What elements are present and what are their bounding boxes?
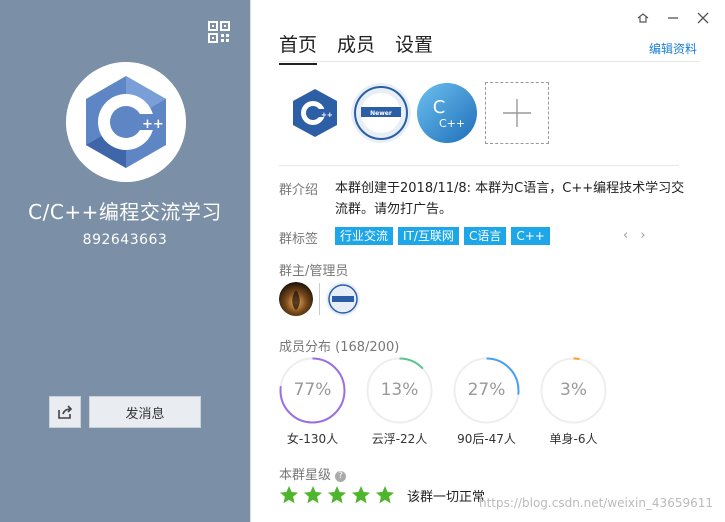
group-name: C/C++编程交流学习 xyxy=(28,200,222,224)
member-distribution: 77% 女-130人 13% 云浮-22人 27% 90后-47人 3% 单身-… xyxy=(279,357,607,447)
stars xyxy=(279,485,395,505)
tag-list: 行业交流 IT/互联网 C语言 C++ xyxy=(335,227,550,245)
tag-item[interactable]: C语言 xyxy=(463,227,507,245)
plus-icon xyxy=(503,99,531,127)
cpp-logo-photo[interactable]: ++ xyxy=(285,83,345,143)
qr-code-icon[interactable] xyxy=(208,21,230,43)
distribution-item[interactable]: 27% 90后-47人 xyxy=(453,357,520,447)
share-icon xyxy=(58,405,73,419)
share-button[interactable] xyxy=(49,396,81,428)
group-info-panel: 首页 成员 设置 编辑资料 ++ Newer C C++ 群介绍 本群创建于20… xyxy=(250,0,725,522)
edit-profile-link[interactable]: 编辑资料 xyxy=(649,40,697,57)
group-avatar[interactable]: ++ xyxy=(66,62,186,182)
close-icon[interactable] xyxy=(695,10,711,26)
star-icon xyxy=(352,486,370,504)
distribution-ring: 13% xyxy=(366,357,433,424)
add-photo-button[interactable] xyxy=(485,82,549,144)
admin-avatar[interactable] xyxy=(326,282,360,316)
admin-list xyxy=(279,282,360,316)
window-controls xyxy=(635,10,711,26)
help-icon[interactable]: ? xyxy=(335,471,347,482)
distribution-caption: 云浮-22人 xyxy=(371,432,428,446)
svg-text:++: ++ xyxy=(321,111,333,119)
chevron-left-icon[interactable]: ‹ xyxy=(623,228,628,243)
distribution-item[interactable]: 77% 女-130人 xyxy=(279,357,346,447)
distribution-item[interactable]: 3% 单身-6人 xyxy=(540,357,607,447)
star-rating: 该群一切正常 xyxy=(279,485,485,505)
svg-text:C: C xyxy=(433,97,446,118)
newer-logo-photo[interactable]: Newer xyxy=(351,83,411,143)
tag-item[interactable]: IT/互联网 xyxy=(398,227,459,245)
star-icon xyxy=(304,486,322,504)
distribution-item[interactable]: 13% 云浮-22人 xyxy=(366,357,433,447)
tag-item[interactable]: C++ xyxy=(511,227,550,245)
distribution-caption: 单身-6人 xyxy=(549,432,598,446)
tab-divider xyxy=(279,61,699,62)
minimize-icon[interactable] xyxy=(665,10,681,26)
owner-avatar[interactable] xyxy=(279,282,313,316)
admins-label: 群主/管理员 xyxy=(279,264,349,279)
group-photos: ++ Newer C C++ xyxy=(285,82,549,144)
chevron-right-icon[interactable]: › xyxy=(640,228,645,243)
send-message-button[interactable]: 发消息 xyxy=(89,396,201,428)
rating-status: 该群一切正常 xyxy=(407,489,486,505)
distribution-ring: 3% xyxy=(540,357,607,424)
tab-home[interactable]: 首页 xyxy=(279,30,318,65)
c-cpp-logo-photo[interactable]: C C++ xyxy=(417,83,477,143)
distribution-percent: 3% xyxy=(560,380,587,400)
tag-pager: ‹ › xyxy=(623,228,645,243)
distribution-ring: 27% xyxy=(453,357,520,424)
tab-members[interactable]: 成员 xyxy=(337,30,375,65)
group-id: 892643663 xyxy=(82,232,168,248)
rating-label: 本群星级? xyxy=(279,464,347,483)
svg-text:++: ++ xyxy=(142,117,164,132)
distribution-caption: 女-130人 xyxy=(286,432,339,446)
distribution-percent: 13% xyxy=(380,380,419,400)
group-profile-panel: ++ C/C++编程交流学习 892643663 发消息 xyxy=(0,0,250,522)
admin-divider xyxy=(319,283,320,315)
section-divider xyxy=(279,165,679,166)
star-icon xyxy=(280,486,298,504)
distribution-ring: 77% xyxy=(279,357,346,424)
star-icon xyxy=(376,486,394,504)
settings-icon[interactable] xyxy=(635,10,651,26)
rating-label-text: 本群星级 xyxy=(279,468,332,483)
star-icon xyxy=(328,486,346,504)
watermark: https://blog.csdn.net/weixin_43659611 xyxy=(478,496,713,510)
intro-text: 本群创建于2018/11/8: 本群为C语言，C++编程技术学习交流群。请勿打广… xyxy=(335,181,685,217)
tab-bar: 首页 成员 设置 xyxy=(279,30,433,65)
intro-label: 群介绍 xyxy=(279,183,319,198)
distribution-percent: 77% xyxy=(293,380,332,400)
distribution-label: 成员分布 (168/200) xyxy=(279,340,400,355)
tags-label: 群标签 xyxy=(279,232,319,247)
svg-text:C++: C++ xyxy=(439,117,465,130)
tag-item[interactable]: 行业交流 xyxy=(335,227,394,245)
svg-text:Newer: Newer xyxy=(370,110,392,117)
tab-settings[interactable]: 设置 xyxy=(395,30,433,65)
distribution-percent: 27% xyxy=(467,380,506,400)
distribution-caption: 90后-47人 xyxy=(457,432,516,446)
